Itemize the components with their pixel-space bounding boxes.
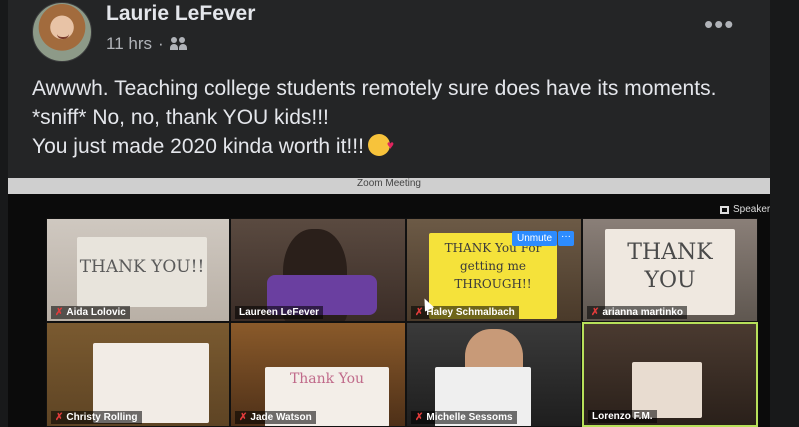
- participant-tile: Thank You ✗ Jade Watson: [230, 322, 406, 427]
- participant-tile: ✗ Michelle Sessoms: [406, 322, 582, 427]
- participant-name: ✗ Christy Rolling: [51, 411, 142, 424]
- unmute-more-button[interactable]: ···: [558, 231, 574, 246]
- participant-name: ✗ Michelle Sessoms: [411, 411, 517, 424]
- zoom-window-title: Zoom Meeting: [8, 178, 770, 194]
- participant-name: ✗ arianna martinko: [587, 306, 687, 319]
- unmute-button[interactable]: Unmute: [512, 231, 558, 246]
- participant-name: Lorenzo F.M.: [588, 410, 657, 423]
- speaker-view-label: Speaker: [733, 204, 770, 215]
- mic-muted-icon: ✗: [415, 307, 424, 318]
- post-text-line-2-content: You just made 2020 kinda worth it!!!: [32, 135, 364, 158]
- sign: THANK YOU!!: [77, 237, 207, 307]
- post-text-line-1: Awwwh. Teaching college students remotel…: [32, 77, 717, 129]
- participant-tile: Laureen LeFever: [230, 218, 406, 322]
- participant-name: ✗ Jade Watson: [235, 411, 316, 424]
- post-text: Awwwh. Teaching college students remotel…: [32, 74, 752, 161]
- mic-muted-icon: ✗: [55, 412, 64, 423]
- author-name[interactable]: Laurie LeFever: [106, 2, 255, 26]
- post-meta: 11 hrs ·: [106, 34, 188, 54]
- avatar[interactable]: [32, 2, 92, 62]
- facebook-post: Laurie LeFever 11 hrs · ••• Awwwh. Teach…: [8, 0, 770, 427]
- mic-muted-icon: ✗: [239, 412, 248, 423]
- speaker-view-toggle: Speaker: [720, 204, 770, 215]
- zoom-screenshot-photo[interactable]: Zoom Meeting Speaker THANK YOU!! ✗ Aida L…: [8, 178, 770, 427]
- participant-tile-active-speaker: Lorenzo F.M.: [582, 322, 758, 427]
- mic-muted-icon: ✗: [415, 412, 424, 423]
- more-options-icon[interactable]: •••: [704, 11, 734, 37]
- meta-separator: ·: [158, 34, 164, 53]
- participant-name: Laureen LeFever: [235, 306, 324, 319]
- mic-muted-icon: ✗: [55, 307, 64, 318]
- participant-name: ✗ Aida Lolovic: [51, 306, 130, 319]
- sign: THANK YOU: [605, 229, 735, 315]
- post-time[interactable]: 11 hrs: [106, 34, 152, 54]
- participant-tile: ✗ Christy Rolling: [46, 322, 230, 427]
- participant-tile: THANK YOU ✗ arianna martinko: [582, 218, 758, 322]
- speaker-view-icon: [720, 205, 729, 214]
- mic-muted-icon: ✗: [591, 307, 600, 318]
- post-header: Laurie LeFever 11 hrs · •••: [8, 0, 770, 62]
- post-text-line-2: You just made 2020 kinda worth it!!!: [32, 131, 752, 161]
- kiss-emoji-icon: [367, 131, 394, 160]
- participant-tile: THANK YOU!! ✗ Aida Lolovic: [46, 218, 230, 322]
- people-icon[interactable]: [169, 37, 188, 51]
